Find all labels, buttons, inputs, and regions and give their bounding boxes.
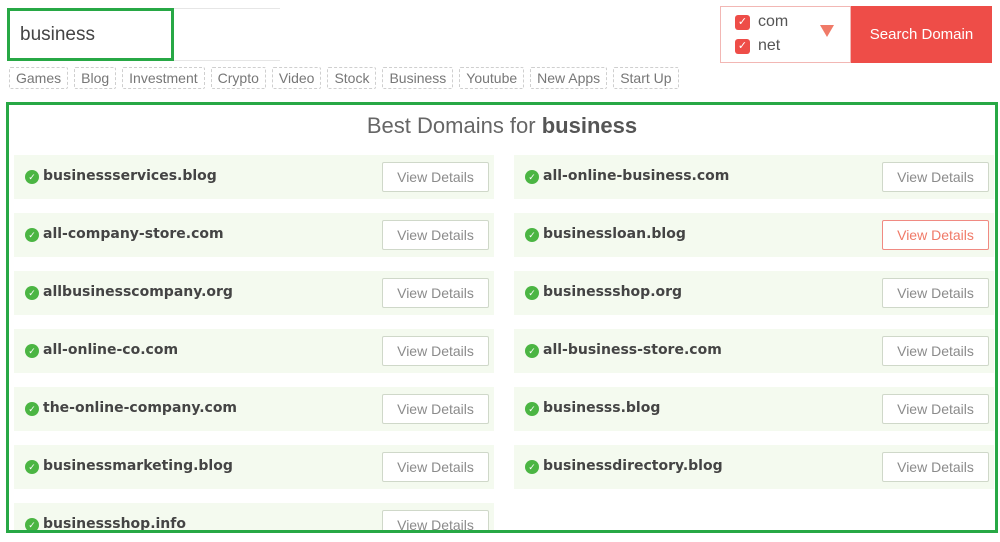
domain-name[interactable]: businessloan.blog xyxy=(543,226,686,242)
extension-dropdown[interactable]: ✓ com ✓ net xyxy=(720,6,851,63)
view-details-button[interactable]: View Details xyxy=(382,162,489,192)
tag-games[interactable]: Games xyxy=(9,67,69,89)
domain-name[interactable]: businessdirectory.blog xyxy=(543,458,723,474)
domain-card: ✓ all-business-store.com View Details xyxy=(514,329,994,373)
results-title: Best Domains for business xyxy=(9,113,995,139)
view-details-button[interactable]: View Details xyxy=(382,278,489,308)
results-panel: Best Domains for business ✓ businessserv… xyxy=(6,102,998,533)
tag-new-apps[interactable]: New Apps xyxy=(530,67,608,89)
search-input[interactable] xyxy=(10,11,171,58)
check-circle-icon: ✓ xyxy=(525,344,539,358)
domain-name[interactable]: all-online-business.com xyxy=(543,168,729,184)
check-circle-icon: ✓ xyxy=(25,170,39,184)
results-title-prefix: Best Domains for xyxy=(366,113,536,138)
domain-card: ✓ businessservices.blog View Details xyxy=(14,155,494,199)
domain-card: ✓ all-online-co.com View Details xyxy=(14,329,494,373)
domain-card: ✓ businessloan.blog View Details xyxy=(514,213,994,257)
view-details-button[interactable]: View Details xyxy=(882,452,989,482)
checkbox-checked-icon[interactable]: ✓ xyxy=(735,14,750,30)
view-details-button[interactable]: View Details xyxy=(882,394,989,424)
view-details-button[interactable]: View Details xyxy=(382,452,489,482)
domain-card: ✓ businessshop.info View Details xyxy=(14,503,494,530)
checkbox-checked-icon[interactable]: ✓ xyxy=(735,38,750,54)
domain-card: ✓ businesss.blog View Details xyxy=(514,387,994,431)
domain-name[interactable]: allbusinesscompany.org xyxy=(43,284,233,300)
results-title-keyword: business xyxy=(541,113,638,138)
domain-name[interactable]: the-online-company.com xyxy=(43,400,237,416)
domain-card: ✓ the-online-company.com View Details xyxy=(14,387,494,431)
domain-name[interactable]: businesss.blog xyxy=(543,400,660,416)
tag-youtube[interactable]: Youtube xyxy=(459,67,525,89)
domain-card: ✓ businessshop.org View Details xyxy=(514,271,994,315)
triangle-down-icon[interactable] xyxy=(820,25,834,37)
search-domain-button[interactable]: Search Domain xyxy=(851,6,992,63)
tag-start-up[interactable]: Start Up xyxy=(613,67,679,89)
tag-investment[interactable]: Investment xyxy=(122,67,205,89)
check-circle-icon: ✓ xyxy=(25,518,39,530)
extension-label: com xyxy=(758,13,789,30)
domain-name[interactable]: businessshop.org xyxy=(543,284,682,300)
tag-stock[interactable]: Stock xyxy=(327,67,377,89)
extension-label: net xyxy=(758,37,781,54)
check-circle-icon: ✓ xyxy=(525,228,539,242)
domain-name[interactable]: all-company-store.com xyxy=(43,226,224,242)
domain-card: ✓ allbusinesscompany.org View Details xyxy=(14,271,494,315)
view-details-button[interactable]: View Details xyxy=(382,394,489,424)
view-details-button[interactable]: View Details xyxy=(882,278,989,308)
check-circle-icon: ✓ xyxy=(25,402,39,416)
search-bar-divider xyxy=(174,8,280,61)
view-details-button[interactable]: View Details xyxy=(882,336,989,366)
domain-name[interactable]: all-online-co.com xyxy=(43,342,178,358)
tag-list: Games Blog Investment Crypto Video Stock… xyxy=(9,67,679,89)
domain-name[interactable]: businessmarketing.blog xyxy=(43,458,233,474)
domain-name[interactable]: all-business-store.com xyxy=(543,342,722,358)
check-circle-icon: ✓ xyxy=(25,344,39,358)
view-details-button[interactable]: View Details xyxy=(882,220,989,250)
extension-option-com[interactable]: ✓ com xyxy=(735,13,788,31)
domain-card: ✓ businessmarketing.blog View Details xyxy=(14,445,494,489)
tag-business[interactable]: Business xyxy=(382,67,454,89)
check-circle-icon: ✓ xyxy=(525,170,539,184)
search-box xyxy=(7,8,174,61)
check-circle-icon: ✓ xyxy=(525,286,539,300)
check-circle-icon: ✓ xyxy=(25,228,39,242)
domain-name[interactable]: businessshop.info xyxy=(43,516,186,530)
domain-name[interactable]: businessservices.blog xyxy=(43,168,217,184)
domain-card: ✓ all-company-store.com View Details xyxy=(14,213,494,257)
view-details-button[interactable]: View Details xyxy=(882,162,989,192)
tag-video[interactable]: Video xyxy=(271,67,322,89)
domain-card: ✓ businessdirectory.blog View Details xyxy=(514,445,994,489)
tag-crypto[interactable]: Crypto xyxy=(210,67,266,89)
check-circle-icon: ✓ xyxy=(525,460,539,474)
extension-option-net[interactable]: ✓ net xyxy=(735,37,780,55)
check-circle-icon: ✓ xyxy=(25,460,39,474)
view-details-button[interactable]: View Details xyxy=(382,510,489,530)
check-circle-icon: ✓ xyxy=(525,402,539,416)
view-details-button[interactable]: View Details xyxy=(382,336,489,366)
tag-blog[interactable]: Blog xyxy=(74,67,117,89)
check-circle-icon: ✓ xyxy=(25,286,39,300)
domain-card: ✓ all-online-business.com View Details xyxy=(514,155,994,199)
view-details-button[interactable]: View Details xyxy=(382,220,489,250)
